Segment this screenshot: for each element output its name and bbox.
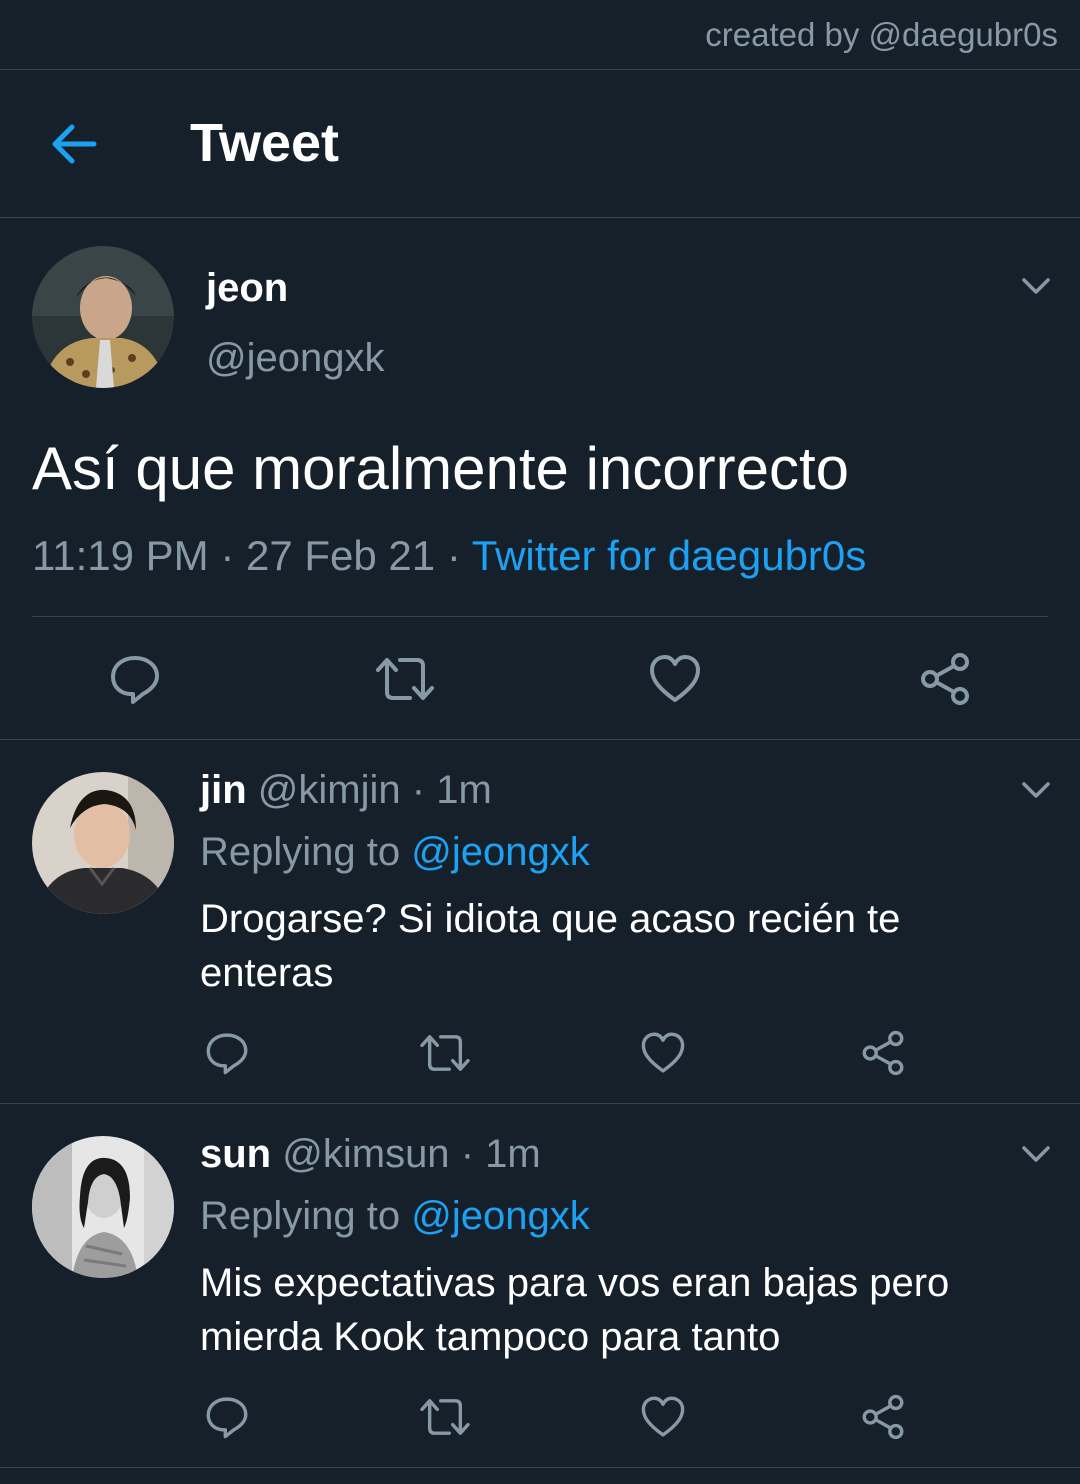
reply-author-name[interactable]: sun [200,1132,271,1176]
reply-text: Mis expectativas para vos eran bajas per… [200,1256,949,1364]
avatar[interactable] [32,772,174,914]
reply-author-name[interactable]: jin [200,768,247,812]
author-name[interactable]: jeon [206,266,288,311]
reply-text-line: Mis expectativas para vos eran bajas per… [200,1261,950,1305]
reply-text-line: enteras [200,951,334,995]
retweet-icon[interactable] [418,1394,472,1440]
replying-to: Replying to @jeongxk [200,830,590,875]
reply-author-handle[interactable]: @kimjin [258,768,401,812]
chevron-down-icon[interactable] [1018,1136,1054,1172]
meta-separator: · [446,532,461,579]
reply-actions [0,1392,1080,1462]
reply-header: jin @kimjin · 1m [200,768,492,813]
share-icon[interactable] [860,1030,906,1076]
reply-text: Drogarse? Si idiota que acaso recién te … [200,892,900,1000]
like-icon[interactable] [640,1030,686,1076]
replying-label: Replying to [200,1194,401,1238]
reply-header: sun @kimsun · 1m [200,1132,541,1177]
chevron-down-icon[interactable] [1018,268,1054,304]
reply-author-handle[interactable]: @kimsun [282,1132,449,1176]
meta-separator: · [460,1132,475,1176]
like-icon[interactable] [640,1394,686,1440]
chevron-down-icon[interactable] [1018,772,1054,808]
replying-to: Replying to @jeongxk [200,1194,590,1239]
like-icon[interactable] [648,652,702,706]
author-handle[interactable]: @jeongxk [206,336,384,381]
share-icon[interactable] [918,652,972,706]
back-arrow-icon[interactable] [48,118,100,170]
retweet-icon[interactable] [374,652,436,706]
divider [32,616,1048,617]
reply-icon[interactable] [108,652,162,706]
credit-bar: created by @daegubr0s [0,0,1080,70]
share-icon[interactable] [860,1394,906,1440]
retweet-icon[interactable] [418,1030,472,1076]
reply-text-line: mierda Kook tampoco para tanto [200,1315,781,1359]
credit-text: created by @daegubr0s [705,16,1058,53]
divider [0,1467,1080,1468]
top-bar: Tweet [0,70,1080,218]
tweet-date: 27 Feb 21 [246,532,436,579]
tweet-text: Así que moralmente incorrecto [32,435,850,502]
reply-age: 1m [485,1132,541,1176]
meta-separator: · [220,532,235,579]
tweet-time: 11:19 PM [32,532,209,579]
avatar[interactable] [32,1136,174,1278]
divider [0,1103,1080,1104]
reply-icon[interactable] [204,1030,250,1076]
reply-actions [0,1028,1080,1098]
reply-icon[interactable] [204,1394,250,1440]
reply-age: 1m [436,768,492,812]
page-title: Tweet [190,113,340,173]
tweet-actions [0,648,1080,718]
divider [0,739,1080,740]
tweet-meta: 11:19 PM · 27 Feb 21 · Twitter for daegu… [32,532,866,580]
replying-label: Replying to [200,830,401,874]
replying-handle[interactable]: @jeongxk [411,830,589,874]
avatar[interactable] [32,246,174,388]
replying-handle[interactable]: @jeongxk [411,1194,589,1238]
reply-text-line: Drogarse? Si idiota que acaso recién te [200,897,901,941]
meta-separator: · [411,768,426,812]
tweet-source[interactable]: Twitter for daegubr0s [472,532,867,579]
